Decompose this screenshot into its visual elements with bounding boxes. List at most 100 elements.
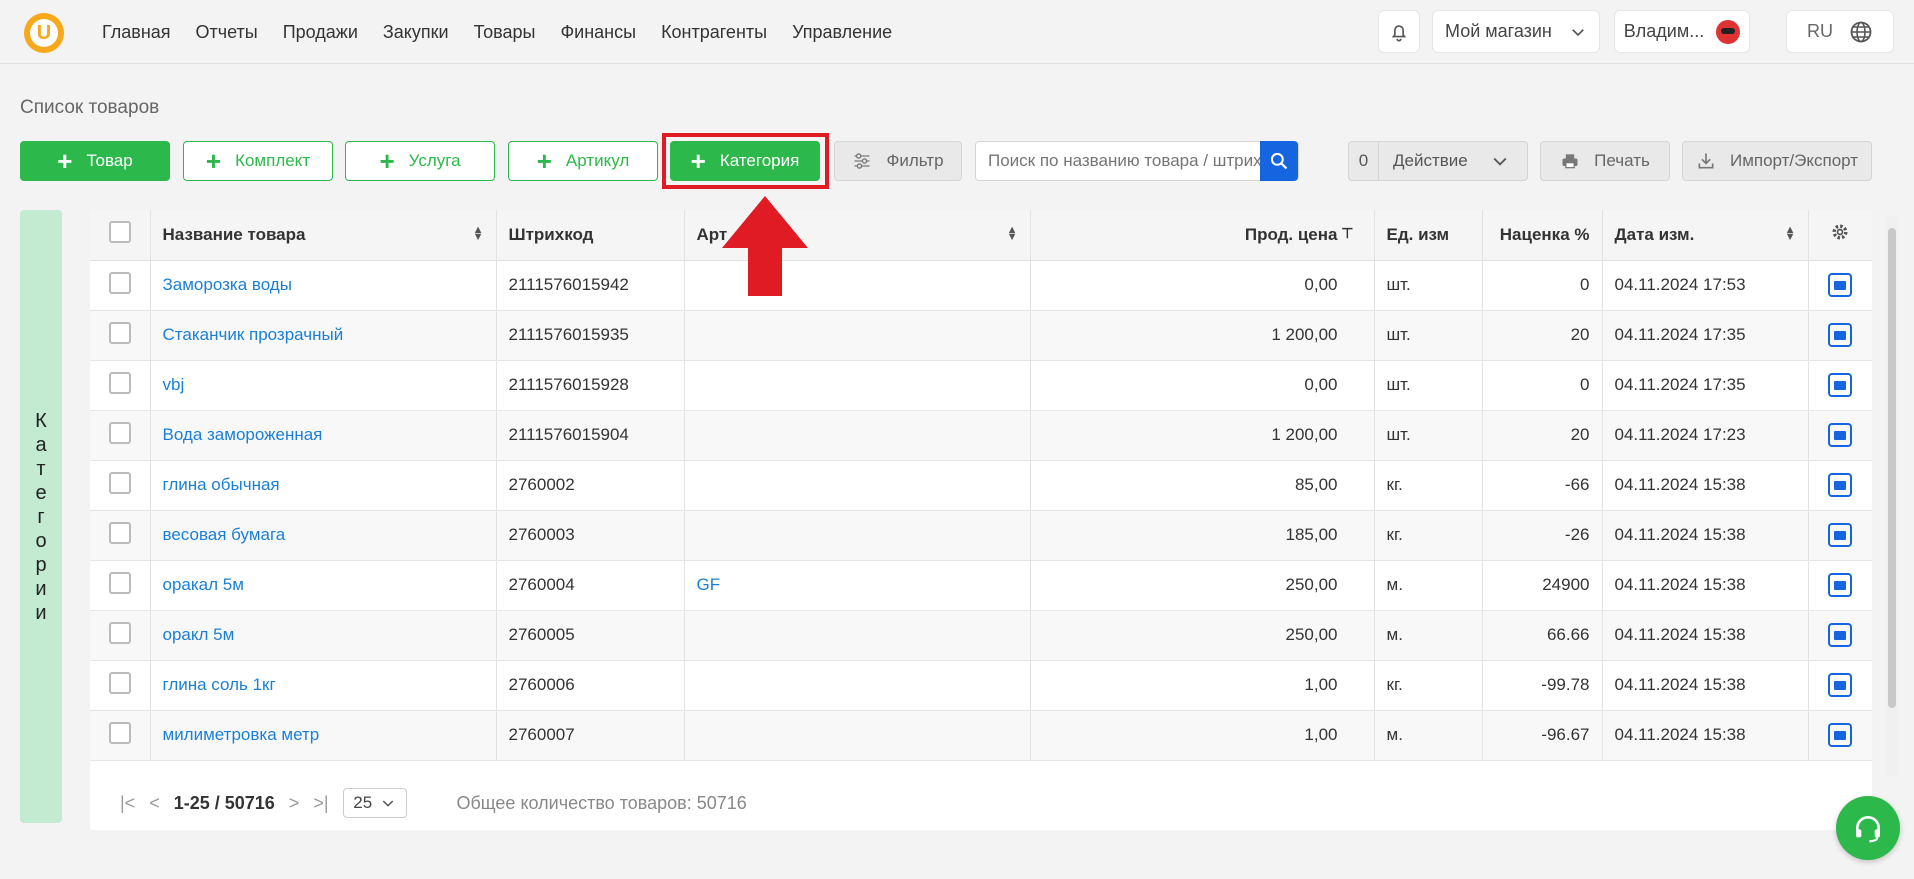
add-product-label: Товар	[86, 151, 133, 170]
filter-button[interactable]: Фильтр	[834, 141, 962, 181]
table-row[interactable]: Стаканчик прозрачный 2111576015935 1 200,0…	[90, 310, 1872, 361]
cell-article[interactable]	[684, 510, 1031, 561]
column-price[interactable]: Прод. цена ⊤	[1030, 210, 1375, 261]
row-checkbox[interactable]	[108, 671, 131, 694]
language-selector[interactable]: RU	[1786, 10, 1894, 53]
table-row[interactable]: милиметровка метр 2760007 1,00 м. -96.67 04.1…	[90, 710, 1872, 761]
print-button[interactable]: Печать	[1540, 141, 1670, 181]
sort-icon[interactable]: ▲ ▼	[473, 225, 484, 243]
print-label-icon[interactable]	[1828, 673, 1852, 697]
cell-article[interactable]	[684, 310, 1031, 361]
filter-funnel-icon[interactable]: ⊤	[1341, 225, 1353, 242]
sort-icon[interactable]: ▲ ▼	[1785, 225, 1796, 243]
last-page-icon[interactable]: >|	[313, 793, 328, 814]
cell-name[interactable]: глина обычная	[150, 460, 497, 511]
nav-reports[interactable]: Отчеты	[196, 22, 258, 43]
cell-barcode: 2760005	[496, 610, 685, 661]
table-row[interactable]: Заморозка воды 2111576015942 0,00 шт. 0 04.11…	[90, 260, 1872, 311]
table-row[interactable]: глина обычная 2760002 85,00 кг. -66 04.11.202…	[90, 460, 1872, 511]
row-checkbox[interactable]	[108, 621, 131, 644]
print-label-icon[interactable]	[1828, 523, 1852, 547]
row-checkbox[interactable]	[108, 271, 131, 294]
page-size-select[interactable]: 25	[342, 788, 407, 818]
categories-panel-toggle[interactable]: К а т е г о р и и	[20, 210, 62, 823]
print-label-icon[interactable]	[1828, 623, 1852, 647]
search-input[interactable]	[976, 151, 1266, 171]
cell-name[interactable]: vbj	[150, 360, 497, 411]
row-checkbox[interactable]	[108, 421, 131, 444]
cell-name[interactable]: Заморозка воды	[150, 260, 497, 311]
sort-icon[interactable]: ▲ ▼	[1007, 225, 1018, 243]
next-page-icon[interactable]: >	[289, 793, 300, 814]
row-checkbox[interactable]	[108, 521, 131, 544]
row-checkbox[interactable]	[108, 721, 131, 744]
cell-name[interactable]: Вода замороженная	[150, 410, 497, 461]
nav-home[interactable]: Главная	[102, 22, 171, 43]
row-checkbox[interactable]	[108, 571, 131, 594]
notifications-button[interactable]	[1378, 10, 1420, 53]
row-checkbox[interactable]	[108, 471, 131, 494]
column-unit-label: Ед. изм	[1386, 224, 1450, 244]
cell-name[interactable]: милиметровка метр	[150, 710, 497, 761]
table-row[interactable]: глина соль 1кг 2760006 1,00 кг. -99.78 04.11.…	[90, 660, 1872, 711]
cell-article[interactable]: GF	[684, 560, 1031, 611]
nav-contractors[interactable]: Контрагенты	[661, 22, 767, 43]
table-scrollbar[interactable]	[1886, 216, 1898, 776]
add-service-button[interactable]: + Услуга	[345, 141, 495, 181]
cell-article[interactable]	[684, 610, 1031, 661]
user-menu[interactable]: Владим...	[1614, 10, 1750, 53]
nav-products[interactable]: Товары	[474, 22, 536, 43]
prev-page-icon[interactable]: <	[149, 793, 160, 814]
add-article-button[interactable]: + Артикул	[508, 141, 658, 181]
cell-name[interactable]: оракал 5м	[150, 560, 497, 611]
column-date[interactable]: Дата изм. ▲ ▼	[1602, 210, 1809, 261]
nav-sales[interactable]: Продажи	[283, 22, 358, 43]
column-name[interactable]: Название товара ▲ ▼	[150, 210, 497, 261]
cell-name[interactable]: глина соль 1кг	[150, 660, 497, 711]
scrollbar-thumb[interactable]	[1888, 228, 1896, 708]
import-export-button[interactable]: Импорт/Экспорт	[1682, 141, 1872, 181]
table-row[interactable]: Вода замороженная 2111576015904 1 200,00 шт…	[90, 410, 1872, 461]
support-chat-button[interactable]	[1836, 796, 1900, 860]
cell-name[interactable]: оракл 5м	[150, 610, 497, 661]
app-logo[interactable]: U	[24, 13, 64, 53]
print-label-icon[interactable]	[1828, 373, 1852, 397]
select-all-checkbox[interactable]	[108, 221, 131, 244]
search-button[interactable]	[1260, 141, 1298, 181]
table-row[interactable]: весовая бумага 2760003 185,00 кг. -26 04.11.2…	[90, 510, 1872, 561]
cell-article[interactable]	[684, 660, 1031, 711]
table-row[interactable]: vbj 2111576015928 0,00 шт. 0 04.11.2024 17:35	[90, 360, 1872, 411]
cell-markup: 20	[1482, 310, 1603, 361]
gear-icon[interactable]	[1830, 222, 1850, 242]
cell-article[interactable]	[684, 710, 1031, 761]
table-row[interactable]: оракл 5м 2760005 250,00 м. 66.66 04.11.2024 1…	[90, 610, 1872, 661]
cell-article[interactable]	[684, 360, 1031, 411]
nav-management[interactable]: Управление	[792, 22, 892, 43]
column-barcode[interactable]: Штрихкод	[496, 210, 685, 261]
print-label-icon[interactable]	[1828, 473, 1852, 497]
action-dropdown[interactable]: 0 Действие	[1348, 141, 1528, 181]
cell-name[interactable]: весовая бумага	[150, 510, 497, 561]
print-label-icon[interactable]	[1828, 273, 1852, 297]
first-page-icon[interactable]: |<	[120, 793, 135, 814]
column-markup[interactable]: Наценка %	[1482, 210, 1603, 261]
print-label-icon[interactable]	[1828, 723, 1852, 747]
store-selector[interactable]: Мой магазин	[1432, 10, 1600, 53]
print-label-icon[interactable]	[1828, 423, 1852, 447]
print-label-icon[interactable]	[1828, 573, 1852, 597]
nav-purchases[interactable]: Закупки	[383, 22, 449, 43]
column-unit[interactable]: Ед. изм	[1374, 210, 1483, 261]
table-row[interactable]: оракал 5м 2760004 GF 250,00 м. 24900 04.11.202…	[90, 560, 1872, 611]
column-settings[interactable]	[1808, 210, 1872, 261]
row-checkbox[interactable]	[108, 371, 131, 394]
cell-barcode: 2111576015935	[496, 310, 685, 361]
row-checkbox[interactable]	[108, 321, 131, 344]
print-label-icon[interactable]	[1828, 323, 1852, 347]
add-kit-button[interactable]: + Комплект	[183, 141, 333, 181]
add-product-button[interactable]: + Товар	[20, 141, 170, 181]
nav-finance[interactable]: Финансы	[560, 22, 636, 43]
cell-article[interactable]	[684, 410, 1031, 461]
cell-article[interactable]	[684, 460, 1031, 511]
cell-unit: шт.	[1374, 260, 1483, 311]
cell-name[interactable]: Стаканчик прозрачный	[150, 310, 497, 361]
